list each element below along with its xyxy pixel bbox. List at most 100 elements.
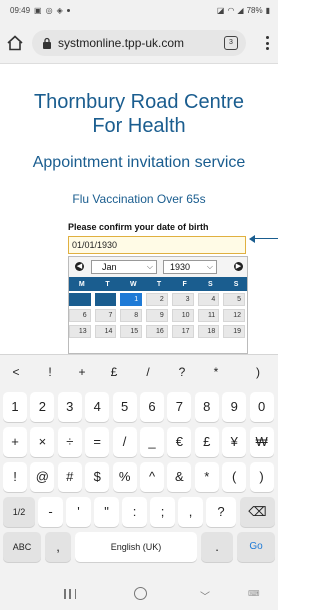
- keyboard-key[interactable]: ): [249, 462, 274, 492]
- home-button-icon[interactable]: [134, 587, 147, 600]
- keyboard-key[interactable]: ×: [30, 427, 55, 457]
- calendar-day[interactable]: 2: [146, 292, 168, 306]
- keyboard-key[interactable]: +: [3, 427, 27, 457]
- month-select[interactable]: Jan ⌵: [91, 260, 157, 274]
- abc-key[interactable]: ABC: [3, 532, 41, 562]
- keyboard-key[interactable]: -: [38, 497, 63, 527]
- symbol-key[interactable]: /: [136, 361, 160, 383]
- keyboard-key[interactable]: 6: [140, 392, 164, 422]
- calendar-day[interactable]: 11: [197, 308, 220, 322]
- keyboard-key[interactable]: €: [167, 427, 192, 457]
- keyboard-key[interactable]: *: [194, 462, 219, 492]
- keyboard-key[interactable]: £: [194, 427, 219, 457]
- keyboard-key[interactable]: /: [112, 427, 137, 457]
- keyboard-key[interactable]: 8: [194, 392, 219, 422]
- keyboard-key[interactable]: $: [85, 462, 110, 492]
- service-title: Appointment invitation service: [32, 154, 246, 171]
- calendar-week: 12345: [69, 291, 247, 307]
- calendar-day[interactable]: 9: [146, 308, 168, 322]
- symbol-key[interactable]: ): [246, 361, 270, 383]
- calendar-day[interactable]: 14: [94, 324, 117, 338]
- keyboard-key[interactable]: ;: [150, 497, 175, 527]
- calendar-day[interactable]: 16: [146, 324, 168, 338]
- keyboard-key[interactable]: ¥: [222, 427, 247, 457]
- comma-key[interactable]: ,: [45, 532, 71, 562]
- status-time: 09:49: [10, 6, 31, 15]
- calendar-day[interactable]: 3: [171, 292, 194, 306]
- keyboard-key[interactable]: ₩: [249, 427, 274, 457]
- keyboard-key[interactable]: 2: [30, 392, 55, 422]
- year-select[interactable]: 1930 ⌵: [163, 260, 217, 274]
- keyboard-key[interactable]: :: [122, 497, 147, 527]
- calendar-day[interactable]: 10: [171, 308, 194, 322]
- keyboard-key[interactable]: ^: [140, 462, 164, 492]
- symbol-key[interactable]: £: [102, 361, 126, 383]
- keyboard-key[interactable]: =: [85, 427, 110, 457]
- weekday-header: W: [120, 277, 147, 291]
- calendar-day[interactable]: 17: [171, 324, 194, 338]
- tabs-icon[interactable]: 3: [224, 36, 238, 50]
- keyboard-key[interactable]: 9: [222, 392, 247, 422]
- keyboard-key[interactable]: 3: [57, 392, 82, 422]
- keyboard-row-3: ! @ # $% ^ & *(): [0, 462, 278, 492]
- keyboard-key[interactable]: _: [140, 427, 164, 457]
- calendar-day[interactable]: 1: [120, 292, 143, 306]
- keyboard-key[interactable]: ,: [178, 497, 203, 527]
- calendar-day[interactable]: 18: [197, 324, 220, 338]
- symbol-key[interactable]: <: [4, 361, 28, 383]
- recent-apps-icon[interactable]: [64, 589, 76, 599]
- keyboard-switch-icon[interactable]: ⌨: [248, 589, 260, 598]
- battery-icon: ▮: [265, 6, 270, 15]
- calendar-day[interactable]: 6: [69, 308, 91, 322]
- keyboard-key[interactable]: !: [3, 462, 27, 492]
- page-title-line2: For Health: [92, 115, 186, 137]
- menu-icon[interactable]: [260, 34, 274, 52]
- calendar-week: 13 14 15 16 17 18 19: [69, 323, 247, 339]
- calendar-day[interactable]: 5: [223, 292, 245, 306]
- home-icon[interactable]: [6, 34, 24, 52]
- page-title: Thornbury Road Centre For Health: [0, 90, 278, 138]
- backspace-icon[interactable]: ⌫: [240, 497, 275, 527]
- symbol-key[interactable]: ?: [170, 361, 194, 383]
- keyboard-key[interactable]: (: [222, 462, 247, 492]
- next-month-icon[interactable]: ▶: [234, 262, 243, 271]
- symbol-key[interactable]: +: [70, 361, 94, 383]
- calendar-day[interactable]: 15: [120, 324, 143, 338]
- keyboard-key[interactable]: #: [57, 462, 82, 492]
- page-toggle-key[interactable]: 1/2: [3, 497, 35, 527]
- address-bar[interactable]: systmonline.tpp-uk.com 3: [32, 30, 246, 56]
- phone-screen: 09:49 ▣ ◎ ◈ ◪ ◠ ◢ 78% ▮ systmonline.tpp-…: [0, 0, 278, 610]
- keyboard-key[interactable]: ": [94, 497, 119, 527]
- keyboard-key[interactable]: 4: [85, 392, 110, 422]
- keyboard-key[interactable]: 0: [249, 392, 274, 422]
- symbol-key[interactable]: !: [38, 361, 62, 383]
- keyboard-key[interactable]: &: [167, 462, 192, 492]
- weekday-header: S: [197, 277, 224, 291]
- calendar-day[interactable]: 12: [223, 308, 245, 322]
- hide-keyboard-icon[interactable]: ﹀: [200, 588, 210, 603]
- keyboard-key[interactable]: 7: [167, 392, 192, 422]
- keyboard-key[interactable]: 5: [112, 392, 137, 422]
- keyboard-key[interactable]: ÷: [57, 427, 82, 457]
- keyboard-row-5: ABC , English (UK) . Go: [0, 532, 278, 562]
- calendar-day[interactable]: 7: [94, 308, 117, 322]
- keyboard-key[interactable]: ?: [206, 497, 236, 527]
- calendar-day[interactable]: 4: [197, 292, 220, 306]
- calendar-day[interactable]: 8: [120, 308, 143, 322]
- weekday-header: T: [146, 277, 172, 291]
- keyboard-key[interactable]: 1: [3, 392, 27, 422]
- datepicker-header: ◀ Jan ⌵ 1930 ⌵ ▶: [69, 257, 247, 277]
- keyboard-key[interactable]: @: [30, 462, 55, 492]
- go-key[interactable]: Go: [237, 532, 275, 562]
- appointment-subtitle: Flu Vaccination Over 65s: [72, 192, 206, 206]
- space-key[interactable]: English (UK): [75, 532, 197, 562]
- calendar-day[interactable]: 13: [69, 324, 91, 338]
- symbol-key[interactable]: *: [204, 361, 228, 383]
- keyboard-key[interactable]: %: [112, 462, 137, 492]
- period-key[interactable]: .: [201, 532, 233, 562]
- weekday-header: M: [69, 277, 95, 291]
- dob-input[interactable]: [68, 236, 246, 254]
- keyboard-key[interactable]: ': [66, 497, 91, 527]
- calendar-day[interactable]: 19: [223, 324, 245, 338]
- prev-month-icon[interactable]: ◀: [75, 262, 84, 271]
